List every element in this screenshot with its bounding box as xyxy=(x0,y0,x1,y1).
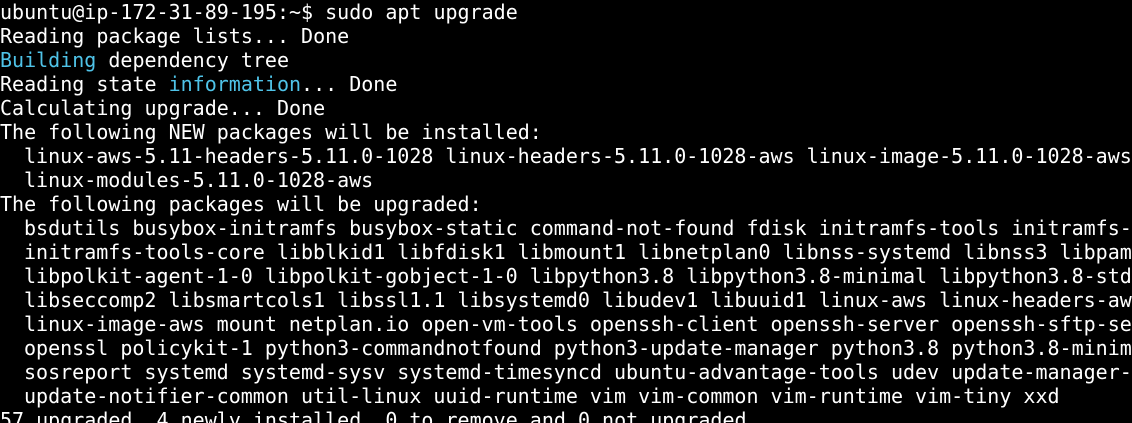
upgrade-packages-header: The following packages will be upgraded: xyxy=(0,192,482,216)
upgrade-summary-line: 57 upgraded, 4 newly installed, 0 to rem… xyxy=(0,408,759,423)
reading-state-prefix: Reading state xyxy=(0,72,169,96)
building-word: Building xyxy=(0,48,97,72)
upgrade-package-list-line: libseccomp2 libsmartcols1 libssl1.1 libs… xyxy=(24,288,1132,312)
building-rest: dependency tree xyxy=(96,48,289,72)
building-dependency-tree-line: Building dependency tree xyxy=(0,48,289,72)
reading-state-line: Reading state information... Done xyxy=(0,72,397,96)
upgrade-package-list-line: libpolkit-agent-1-0 libpolkit-gobject-1-… xyxy=(24,264,1132,288)
upgrade-package-list-line: bsdutils busybox-initramfs busybox-stati… xyxy=(24,216,1132,240)
terminal-window[interactable]: ubuntu@ip-172-31-89-195:~$ sudo apt upgr… xyxy=(0,0,1132,423)
reading-package-lists-line: Reading package lists... Done xyxy=(0,24,350,48)
upgrade-package-list-line: linux-image-aws mount netplan.io open-vm… xyxy=(24,312,1132,336)
new-package-list-line: linux-aws-5.11-headers-5.11.0-1028 linux… xyxy=(24,144,1132,168)
prompt-line: ubuntu@ip-172-31-89-195:~$ sudo apt upgr… xyxy=(0,0,518,24)
upgrade-package-list-line: initramfs-tools-core libblkid1 libfdisk1… xyxy=(24,240,1132,264)
upgrade-package-list-line: update-notifier-common util-linux uuid-r… xyxy=(24,384,1060,408)
upgrade-package-list-line: sosreport systemd systemd-sysv systemd-t… xyxy=(24,360,1132,384)
reading-state-suffix: ... Done xyxy=(301,72,398,96)
upgrade-package-list-line: openssl policykit-1 python3-commandnotfo… xyxy=(24,336,1132,360)
new-package-list-line: linux-modules-5.11.0-1028-aws xyxy=(24,168,374,192)
new-packages-header: The following NEW packages will be insta… xyxy=(0,120,542,144)
calculating-upgrade-line: Calculating upgrade... Done xyxy=(0,96,326,120)
information-word: information xyxy=(168,72,302,96)
